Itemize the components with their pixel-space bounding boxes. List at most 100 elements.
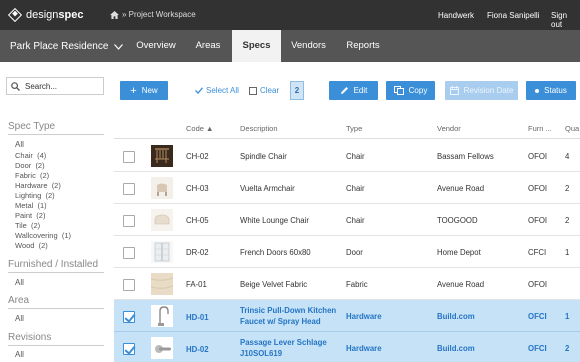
tab-reports[interactable]: Reports bbox=[336, 30, 390, 62]
row-furnished: OFOI bbox=[528, 216, 548, 225]
facet-title-furnished-installed[interactable]: Furnished / Installed bbox=[8, 259, 98, 270]
copy-icon bbox=[393, 86, 404, 95]
row-type: Chair bbox=[346, 184, 365, 193]
tab-specs[interactable]: Specs bbox=[232, 30, 281, 62]
facet-item-lighting[interactable]: Lighting (2) bbox=[15, 191, 55, 200]
row-vendor: Build.com bbox=[437, 344, 475, 353]
faucet-thumbnail bbox=[151, 305, 173, 327]
table-row[interactable]: CH-05 White Lounge Chair Chair TOOGOOD O… bbox=[114, 204, 580, 236]
row-checkbox[interactable] bbox=[123, 279, 135, 291]
row-furnished: OFCI bbox=[528, 344, 547, 353]
user-name[interactable]: Fiona Sanipelli bbox=[487, 11, 539, 20]
row-vendor: Avenue Road bbox=[437, 184, 485, 193]
column-header-code[interactable]: Code ▲ bbox=[186, 124, 213, 133]
table-row[interactable]: CH-03 Vuelta Armchair Chair Avenue Road … bbox=[114, 172, 580, 204]
row-code: CH-05 bbox=[186, 216, 209, 225]
row-quantity: 4 bbox=[565, 152, 570, 161]
copy-button[interactable]: Copy bbox=[386, 81, 435, 100]
table-row[interactable]: DR-02 French Doors 60x80 Door Home Depot… bbox=[114, 236, 580, 268]
facet-all-area[interactable]: All bbox=[15, 314, 24, 323]
row-checkbox[interactable] bbox=[123, 183, 135, 195]
column-header-description[interactable]: Description bbox=[240, 124, 278, 133]
row-furnished: OFOI bbox=[528, 184, 548, 193]
column-header-vendor[interactable]: Vendor bbox=[437, 124, 461, 133]
facet-item-wood[interactable]: Wood (2) bbox=[15, 241, 48, 250]
search-input[interactable] bbox=[25, 81, 103, 91]
status-dot-icon bbox=[535, 88, 540, 93]
pencil-icon bbox=[340, 87, 348, 94]
logo-mark-icon bbox=[7, 7, 23, 23]
facet-item-door[interactable]: Door (2) bbox=[15, 161, 45, 170]
table-row[interactable]: FA-01 Beige Velvet Fabric Fabric Avenue … bbox=[114, 268, 580, 300]
row-description: Beige Velvet Fabric bbox=[240, 280, 308, 289]
clear-link[interactable]: Clear bbox=[249, 86, 279, 95]
facet-all-spec-type[interactable]: All bbox=[15, 140, 24, 149]
facet-item-paint[interactable]: Paint (2) bbox=[15, 211, 45, 220]
row-type: Chair bbox=[346, 216, 365, 225]
row-type: Fabric bbox=[346, 280, 368, 289]
facet-title-spec-type[interactable]: Spec Type bbox=[8, 121, 55, 132]
header-divider bbox=[114, 138, 580, 139]
facet-item-fabric[interactable]: Fabric (2) bbox=[15, 171, 49, 180]
plus-icon: + bbox=[130, 84, 137, 97]
app-logo[interactable]: design spec bbox=[7, 7, 84, 23]
select-all-link[interactable]: Select All bbox=[195, 86, 239, 95]
row-furnished: OFCI bbox=[528, 312, 547, 321]
breadcrumb-project-workspace[interactable]: » Project Workspace bbox=[122, 10, 196, 19]
breadcrumb: » Project Workspace bbox=[110, 10, 196, 19]
table-row-selected[interactable]: HD-01 Trinsic Pull-Down Kitchen Faucet w… bbox=[114, 300, 580, 332]
facet-all-furnished[interactable]: All bbox=[15, 278, 24, 287]
table-row-selected[interactable]: HD-02 Passage Lever Schlage J10SOL619 Ha… bbox=[114, 332, 580, 362]
column-header-quantity[interactable]: Qua bbox=[565, 124, 579, 133]
sign-out-link[interactable]: Sign out bbox=[551, 11, 580, 29]
tab-overview[interactable]: Overview bbox=[128, 30, 184, 62]
new-button[interactable]: + New bbox=[120, 81, 168, 100]
row-checkbox[interactable] bbox=[123, 151, 135, 163]
top-bar: design spec » Project Workspace Handwerk… bbox=[0, 0, 580, 30]
row-code: HD-01 bbox=[186, 313, 209, 322]
row-quantity: 1 bbox=[565, 248, 570, 257]
edit-button[interactable]: Edit bbox=[329, 81, 378, 100]
row-vendor: Bassam Fellows bbox=[437, 152, 494, 161]
facet-title-revisions[interactable]: Revisions bbox=[8, 332, 51, 343]
tab-areas[interactable]: Areas bbox=[184, 30, 232, 62]
search-icon bbox=[11, 81, 20, 91]
armchair-thumbnail bbox=[151, 177, 173, 199]
row-quantity: 2 bbox=[565, 216, 570, 225]
divider bbox=[8, 134, 104, 135]
row-checkbox-checked[interactable] bbox=[123, 343, 135, 355]
facet-item-wallcovering[interactable]: Wallcovering (1) bbox=[15, 231, 71, 240]
column-header-furnished[interactable]: Furn ... bbox=[528, 124, 552, 133]
row-code: FA-01 bbox=[186, 280, 207, 289]
facet-item-hardware[interactable]: Hardware (2) bbox=[15, 181, 61, 190]
fabric-swatch-thumbnail bbox=[151, 273, 173, 295]
facet-all-revisions[interactable]: All bbox=[15, 350, 24, 359]
facet-item-chair[interactable]: Chair (4) bbox=[15, 151, 46, 160]
revision-date-button[interactable]: Revision Date bbox=[445, 81, 518, 100]
table-row[interactable]: CH-02 Spindle Chair Chair Bassam Fellows… bbox=[114, 140, 580, 172]
row-description: French Doors 60x80 bbox=[240, 248, 311, 257]
facet-item-tile[interactable]: Tile (2) bbox=[15, 221, 40, 230]
home-icon[interactable] bbox=[110, 10, 119, 19]
lever-thumbnail bbox=[151, 337, 173, 359]
calendar-icon bbox=[449, 86, 459, 95]
tab-vendors[interactable]: Vendors bbox=[281, 30, 336, 62]
row-quantity: 1 bbox=[565, 312, 570, 321]
facet-item-metal[interactable]: Metal (1) bbox=[15, 201, 47, 210]
logo-text-a: design bbox=[26, 9, 59, 21]
row-checkbox[interactable] bbox=[123, 215, 135, 227]
status-button[interactable]: Status bbox=[526, 81, 576, 100]
row-code: CH-03 bbox=[186, 184, 209, 193]
row-vendor: Avenue Road bbox=[437, 280, 485, 289]
workspace-name[interactable]: Handwerk bbox=[438, 11, 474, 20]
row-type: Hardware bbox=[346, 312, 382, 321]
row-checkbox-checked[interactable] bbox=[123, 311, 135, 323]
row-checkbox[interactable] bbox=[123, 247, 135, 259]
row-furnished: OFOI bbox=[528, 152, 548, 161]
logo-text-b: spec bbox=[58, 9, 84, 21]
column-header-type[interactable]: Type bbox=[346, 124, 362, 133]
facet-title-area[interactable]: Area bbox=[8, 295, 29, 306]
row-type: Chair bbox=[346, 152, 365, 161]
row-description: Passage Lever Schlage J10SOL619 bbox=[240, 338, 327, 358]
project-selector[interactable]: Park Place Residence bbox=[10, 41, 124, 52]
